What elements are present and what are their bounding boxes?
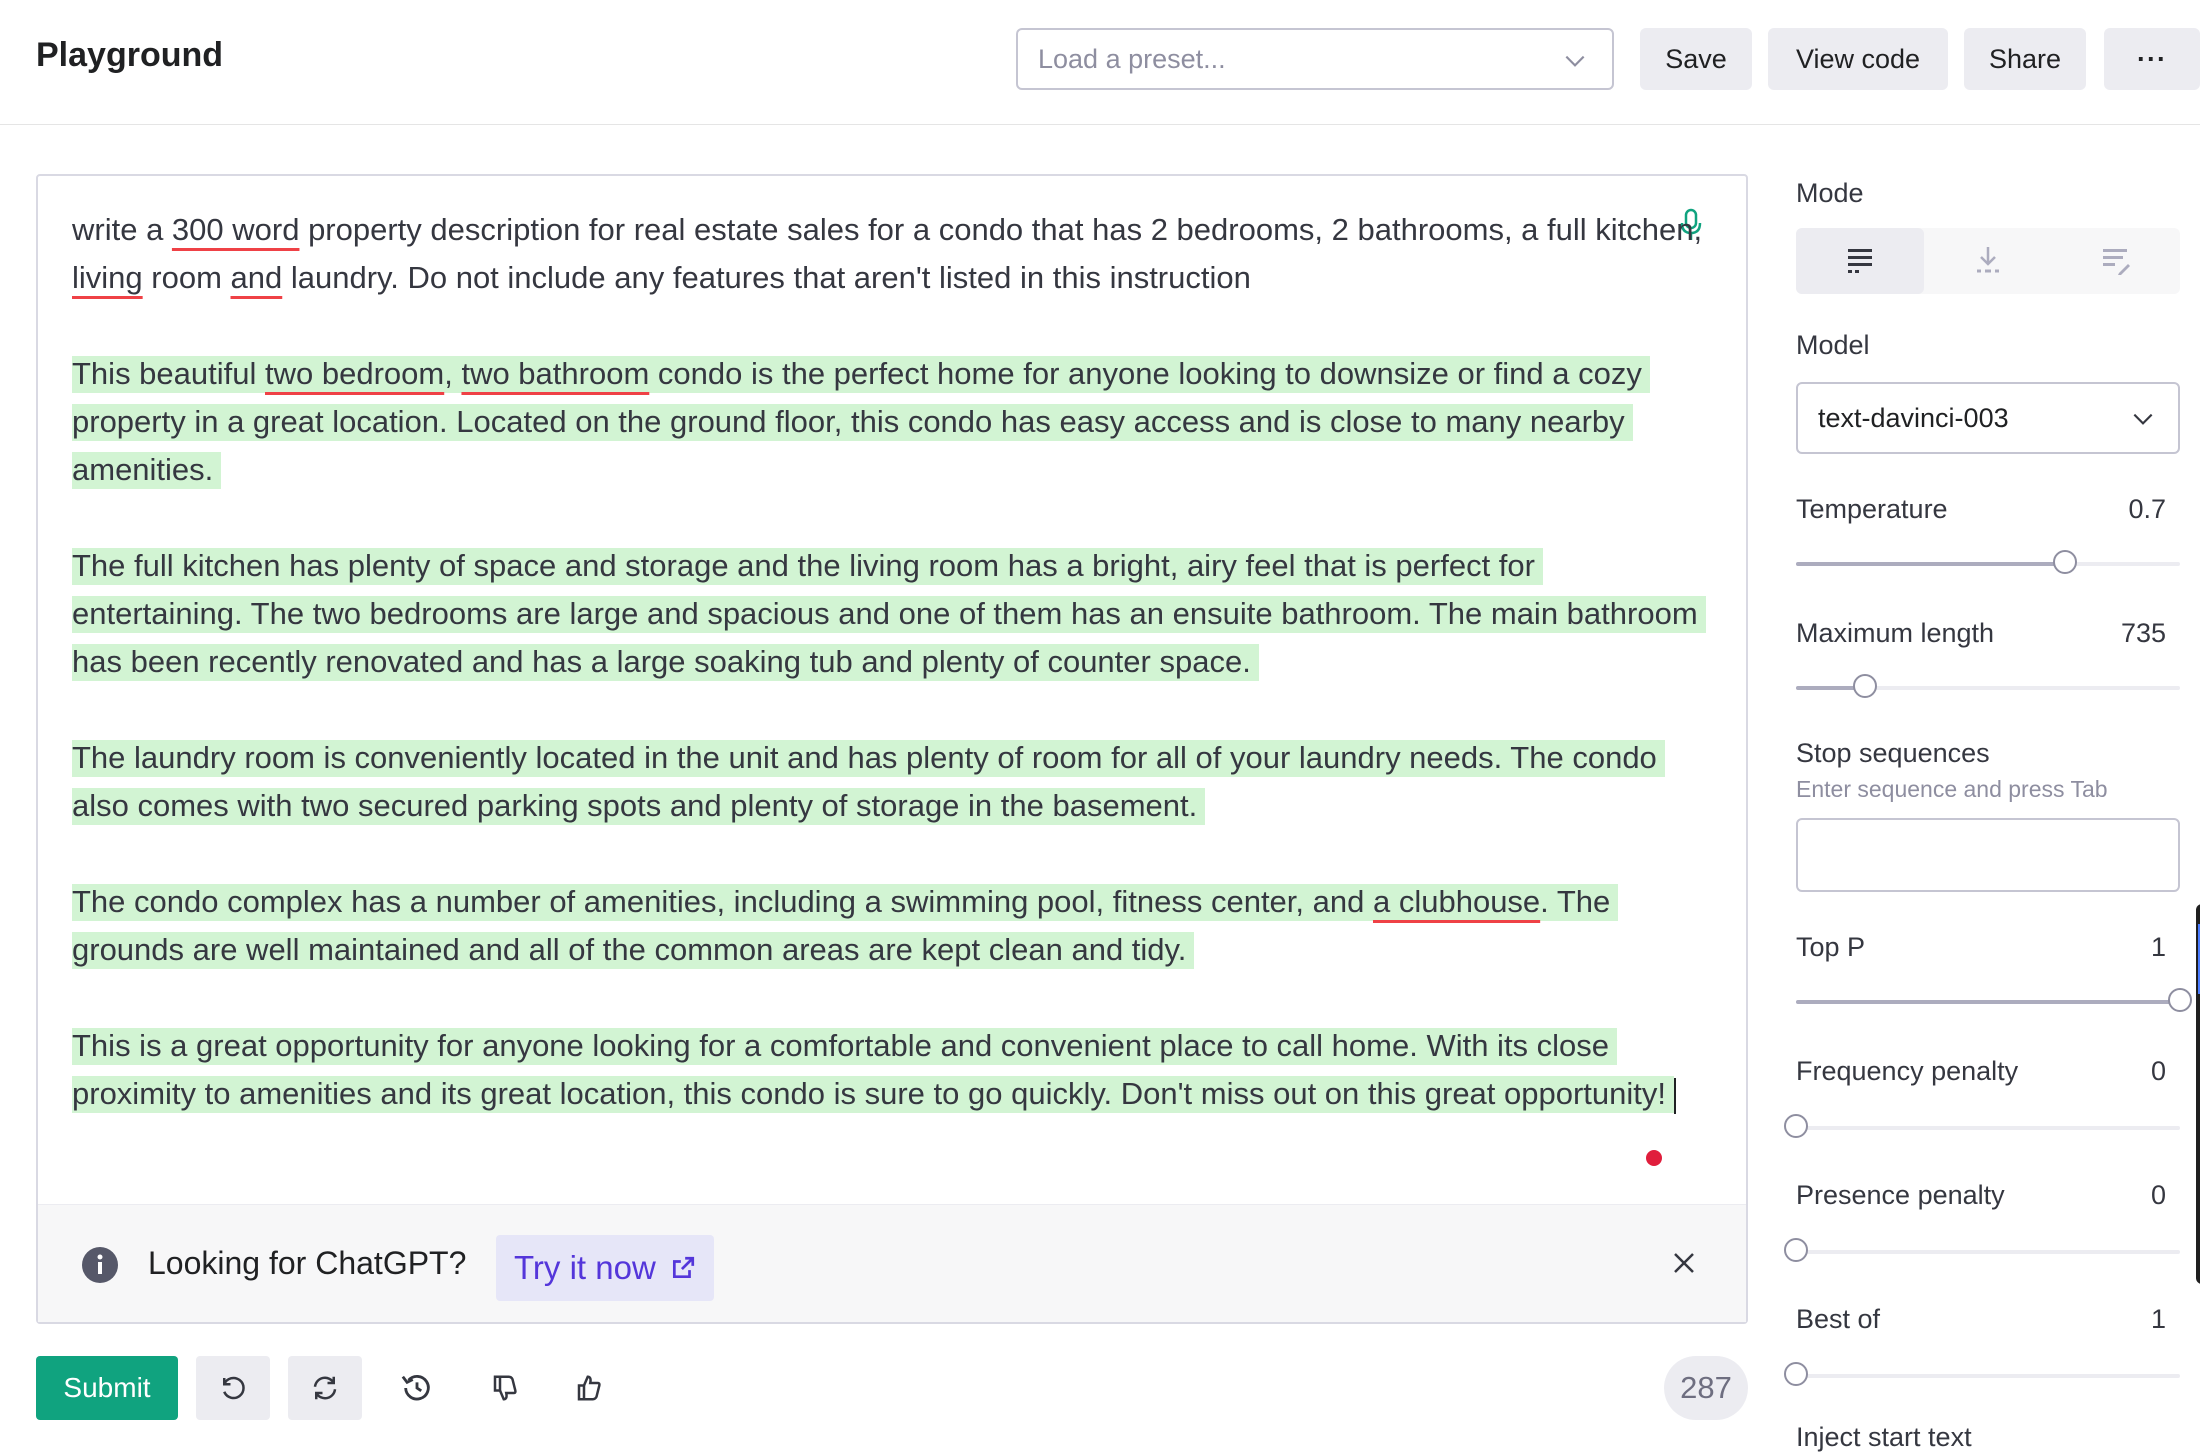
- model-select[interactable]: text-davinci-003: [1796, 382, 2180, 454]
- thumbs-down-icon: [493, 1375, 517, 1401]
- temperature-value[interactable]: 0.7: [2128, 494, 2166, 525]
- completion-paragraph-3: The laundry room is conveniently located…: [72, 734, 1712, 830]
- chatgpt-banner: Looking for ChatGPT? Try it now: [38, 1204, 1746, 1322]
- mode-complete-button[interactable]: [1796, 228, 1924, 294]
- best-of-label: Best of: [1796, 1304, 1881, 1334]
- prompt-text[interactable]: write a 300 word property description fo…: [72, 206, 1712, 1118]
- thumbs-down-button[interactable]: [468, 1356, 542, 1420]
- info-icon: [82, 1247, 118, 1283]
- model-label: Model: [1796, 330, 1870, 360]
- slider-handle[interactable]: [2168, 988, 2192, 1012]
- undo-button[interactable]: [196, 1356, 270, 1420]
- slider-fill: [1796, 562, 2065, 566]
- slider-handle[interactable]: [2052, 550, 2077, 574]
- mode-selector: [1796, 228, 2180, 294]
- edit-mode-icon: [2103, 249, 2130, 275]
- slider-handle[interactable]: [1853, 674, 1878, 698]
- action-bar: Submit 287: [36, 1356, 1748, 1420]
- mode-label: Mode: [1796, 178, 1864, 208]
- chevron-down-icon: [1565, 55, 1585, 67]
- history-icon: [401, 1375, 430, 1401]
- stop-sequences-input[interactable]: [1796, 818, 2180, 892]
- mode-edit-button[interactable]: [2052, 228, 2180, 294]
- token-count: 287: [1664, 1356, 1748, 1420]
- text-caret: [1674, 1077, 1677, 1114]
- top-p-value[interactable]: 1: [2151, 932, 2166, 963]
- share-button[interactable]: Share: [1964, 28, 2086, 90]
- inject-start-text-label: Inject start text: [1796, 1422, 1972, 1452]
- stop-sequences-label: Stop sequences: [1796, 738, 1990, 768]
- prompt-editor[interactable]: write a 300 word property description fo…: [36, 174, 1748, 1324]
- more-options-button[interactable]: ···: [2104, 28, 2200, 90]
- settings-panel: Mode Model text-davinci-003 Temperature …: [1784, 124, 2200, 1456]
- page-title: Playground: [36, 36, 224, 74]
- completion-paragraph-4: The condo complex has a number of amenit…: [72, 878, 1712, 974]
- external-link-icon: [672, 1256, 694, 1279]
- prompt-instruction: write a 300 word property description fo…: [72, 212, 1703, 295]
- max-length-value[interactable]: 735: [2121, 618, 2166, 649]
- history-button[interactable]: [380, 1356, 454, 1420]
- slider-fill: [1796, 1000, 2180, 1004]
- top-p-label: Top P: [1796, 932, 1866, 962]
- max-length-slider[interactable]: [1796, 674, 2180, 698]
- close-icon[interactable]: [1672, 1251, 1696, 1275]
- slider-handle[interactable]: [1784, 1114, 1808, 1138]
- thumbs-up-button[interactable]: [552, 1356, 626, 1420]
- try-it-now-link[interactable]: Try it now: [496, 1235, 714, 1301]
- max-length-label: Maximum length: [1796, 618, 1995, 648]
- best-of-value[interactable]: 1: [2151, 1304, 2166, 1335]
- frequency-penalty-slider[interactable]: [1784, 1114, 2180, 1138]
- presence-penalty-slider[interactable]: [1784, 1238, 2180, 1262]
- top-p-slider[interactable]: [1796, 988, 2192, 1012]
- save-button[interactable]: Save: [1640, 28, 1752, 90]
- insert-mode-icon: [1977, 247, 1999, 273]
- thumbs-up-icon: [577, 1375, 601, 1401]
- recording-indicator: [1646, 1150, 1662, 1166]
- chevron-down-icon: [2133, 413, 2153, 425]
- completion-paragraph-1: This beautiful two bedroom, two bathroom…: [72, 350, 1712, 494]
- mode-insert-button[interactable]: [1924, 228, 2052, 294]
- refresh-icon: [313, 1376, 337, 1400]
- banner-text: Looking for ChatGPT?: [148, 1245, 467, 1281]
- top-bar: Playground Load a preset... Save View co…: [0, 0, 2200, 125]
- frequency-penalty-value[interactable]: 0: [2151, 1056, 2166, 1087]
- temperature-slider[interactable]: [1796, 550, 2180, 574]
- regenerate-button[interactable]: [288, 1356, 362, 1420]
- best-of-slider[interactable]: [1784, 1362, 2180, 1386]
- presence-penalty-value[interactable]: 0: [2151, 1180, 2166, 1211]
- try-it-now-label: Try it now: [514, 1249, 656, 1286]
- submit-button[interactable]: Submit: [36, 1356, 178, 1420]
- presence-penalty-label: Presence penalty: [1796, 1180, 2005, 1210]
- complete-mode-icon: [1848, 249, 1872, 273]
- stop-sequences-hint: Enter sequence and press Tab: [1796, 776, 2108, 802]
- temperature-label: Temperature: [1796, 494, 1948, 524]
- preset-placeholder: Load a preset...: [1038, 43, 1226, 74]
- model-value: text-davinci-003: [1818, 402, 2009, 433]
- completion-paragraph-5: This is a great opportunity for anyone l…: [72, 1022, 1712, 1118]
- completion-paragraph-2: The full kitchen has plenty of space and…: [72, 542, 1712, 686]
- view-code-button[interactable]: View code: [1768, 28, 1948, 90]
- slider-handle[interactable]: [1784, 1238, 1808, 1262]
- preset-select[interactable]: Load a preset...: [1016, 28, 1614, 90]
- undo-icon: [223, 1376, 245, 1400]
- frequency-penalty-label: Frequency penalty: [1796, 1056, 2019, 1086]
- slider-handle[interactable]: [1784, 1362, 1808, 1386]
